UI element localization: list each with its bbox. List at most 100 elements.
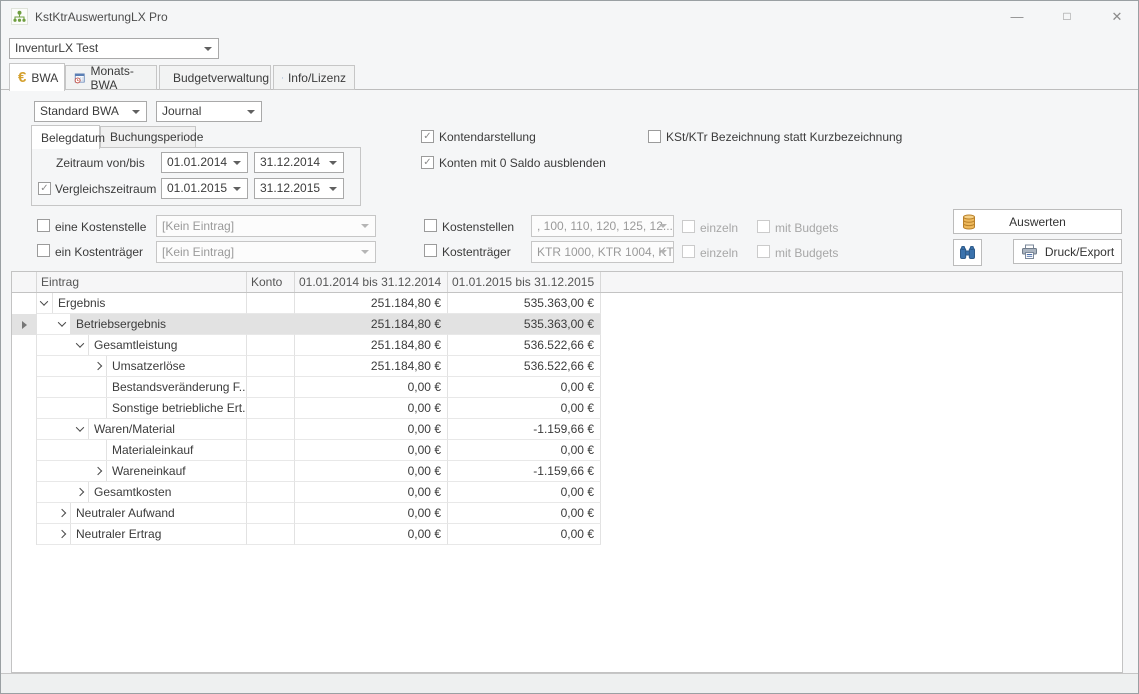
bwa-variant-select[interactable]: Standard BWA bbox=[34, 101, 147, 122]
eintrag-cell: Waren/Material bbox=[37, 419, 247, 440]
auswerten-label: Auswerten bbox=[1009, 215, 1066, 229]
filler-cell bbox=[601, 398, 1122, 419]
tab-bwa[interactable]: € BWA bbox=[9, 63, 65, 91]
table-row[interactable]: Neutraler Aufwand0,00 €0,00 € bbox=[12, 503, 1122, 524]
row-label: Gesamtleistung bbox=[89, 338, 177, 352]
row-indicator-cell bbox=[12, 314, 37, 335]
bwa-variant-value: Standard BWA bbox=[40, 104, 119, 118]
kostentraeger-budgets-checkbox[interactable] bbox=[757, 245, 770, 258]
konto-cell bbox=[247, 377, 295, 398]
collapse-icon[interactable] bbox=[76, 339, 84, 347]
value-2014-cell: 251.184,80 € bbox=[295, 314, 448, 335]
vergleich-from-datepicker[interactable]: 01.01.2015 bbox=[161, 178, 248, 199]
eintrag-cell: Materialeinkauf bbox=[37, 440, 247, 461]
kostenstellen-budgets-checkbox[interactable] bbox=[757, 220, 770, 233]
expand-icon[interactable] bbox=[58, 509, 66, 517]
druck-export-button[interactable]: Druck/Export bbox=[1013, 239, 1122, 264]
collapse-icon[interactable] bbox=[58, 318, 66, 326]
zeitraum-to-datepicker[interactable]: 31.12.2014 bbox=[254, 152, 344, 173]
grid-header-period-2015[interactable]: 01.01.2015 bis 31.12.2015 bbox=[448, 272, 601, 292]
value-2015-cell: 535.363,00 € bbox=[448, 314, 601, 335]
close-button[interactable]: ✕ bbox=[1097, 1, 1137, 32]
table-row[interactable]: Ergebnis251.184,80 €535.363,00 € bbox=[12, 293, 1122, 314]
tab-belegdatum[interactable]: Belegdatum bbox=[31, 125, 100, 149]
table-row[interactable]: Wareneinkauf0,00 €-1.159,66 € bbox=[12, 461, 1122, 482]
kostentraeger-einzeln-checkbox[interactable] bbox=[682, 245, 695, 258]
expand-icon[interactable] bbox=[76, 488, 84, 496]
eine-kostenstelle-select[interactable]: [Kein Eintrag] bbox=[156, 215, 376, 237]
ein-kostentraeger-select[interactable]: [Kein Eintrag] bbox=[156, 241, 376, 263]
filler-cell bbox=[601, 419, 1122, 440]
table-row[interactable]: Gesamtleistung251.184,80 €536.522,66 € bbox=[12, 335, 1122, 356]
search-button[interactable] bbox=[953, 239, 982, 266]
value-2014-cell: 0,00 € bbox=[295, 524, 448, 545]
app-logo-icon bbox=[11, 8, 28, 25]
tree-indent bbox=[37, 482, 89, 502]
output-mode-value: Journal bbox=[162, 104, 201, 118]
table-row[interactable]: Bestandsveränderung F...0,00 €0,00 € bbox=[12, 377, 1122, 398]
window-bottom-strip bbox=[1, 673, 1138, 694]
table-row[interactable]: Sonstige betriebliche Ert...0,00 €0,00 € bbox=[12, 398, 1122, 419]
kostenstellen-select[interactable]: , 100, 110, 120, 125, 12... bbox=[531, 215, 674, 237]
kostentraeger-checkbox[interactable] bbox=[424, 244, 437, 257]
kostenstellen-einzeln-checkbox[interactable] bbox=[682, 220, 695, 233]
tab-label: Buchungsperiode bbox=[110, 130, 203, 144]
binoculars-icon bbox=[959, 245, 976, 260]
table-row[interactable]: Betriebsergebnis 251.184,80 €535.363,00 € bbox=[12, 314, 1122, 335]
ein-kostentraeger-checkbox[interactable] bbox=[37, 244, 50, 257]
vergleich-to-datepicker[interactable]: 31.12.2015 bbox=[254, 178, 344, 199]
output-mode-select[interactable]: Journal bbox=[156, 101, 262, 122]
row-label: Sonstige betriebliche Ert... bbox=[107, 401, 247, 415]
row-indicator-cell bbox=[12, 335, 37, 356]
expand-icon[interactable] bbox=[94, 467, 102, 475]
value-2014-cell: 251.184,80 € bbox=[295, 293, 448, 314]
expand-icon[interactable] bbox=[94, 362, 102, 370]
grid-rows: Ergebnis251.184,80 €535.363,00 €Betriebs… bbox=[12, 293, 1122, 545]
chevron-down-icon bbox=[329, 187, 337, 191]
tab-label: Info/Lizenz bbox=[288, 71, 346, 85]
value-2014-cell: 0,00 € bbox=[295, 419, 448, 440]
zeitraum-from-datepicker[interactable]: 01.01.2014 bbox=[161, 152, 248, 173]
row-label: Betriebsergebnis bbox=[71, 317, 166, 331]
kostenstellen-einzeln-label: einzeln bbox=[700, 221, 738, 235]
grid-header-eintrag[interactable]: Eintrag bbox=[37, 272, 247, 292]
tab-monats-bwa[interactable]: Monats-BWA bbox=[65, 65, 157, 90]
auswerten-button[interactable]: Auswerten bbox=[953, 209, 1122, 234]
expand-icon[interactable] bbox=[58, 530, 66, 538]
table-row[interactable]: Umsatzerlöse251.184,80 €536.522,66 € bbox=[12, 356, 1122, 377]
kst-bezeichnung-checkbox[interactable] bbox=[648, 130, 661, 143]
date-value: 01.01.2014 bbox=[167, 155, 227, 169]
printer-icon bbox=[1021, 244, 1038, 260]
window-title: KstKtrAuswertungLX Pro bbox=[35, 1, 168, 33]
tree-indent bbox=[37, 503, 71, 523]
row-label: Neutraler Ertrag bbox=[71, 527, 161, 541]
tab-info-lizenz[interactable]: ? Info/Lizenz bbox=[273, 65, 355, 90]
konto-cell bbox=[247, 335, 295, 356]
kostenstellen-checkbox[interactable] bbox=[424, 219, 437, 232]
table-row[interactable]: Waren/Material0,00 €-1.159,66 € bbox=[12, 419, 1122, 440]
filler-cell bbox=[601, 293, 1122, 314]
client-select[interactable]: InventurLX Test bbox=[9, 38, 219, 59]
vergleichszeitraum-checkbox[interactable] bbox=[38, 182, 51, 195]
table-row[interactable]: Gesamtkosten0,00 €0,00 € bbox=[12, 482, 1122, 503]
collapse-icon[interactable] bbox=[40, 297, 48, 305]
row-indicator-cell bbox=[12, 398, 37, 419]
chevron-down-icon bbox=[361, 250, 369, 254]
tab-budgetverwaltung[interactable]: Budgetverwaltung bbox=[159, 65, 271, 90]
collapse-icon[interactable] bbox=[76, 423, 84, 431]
saldo-ausblenden-checkbox[interactable] bbox=[421, 156, 434, 169]
konto-cell bbox=[247, 356, 295, 377]
kostentraeger-select[interactable]: KTR 1000, KTR 1004, KT... bbox=[531, 241, 674, 263]
kontendarstellung-checkbox[interactable] bbox=[421, 130, 434, 143]
tab-buchungsperiode[interactable]: Buchungsperiode bbox=[100, 126, 196, 147]
grid-header-konto[interactable]: Konto bbox=[247, 272, 295, 292]
table-row[interactable]: Materialeinkauf0,00 €0,00 € bbox=[12, 440, 1122, 461]
maximize-button[interactable]: □ bbox=[1047, 1, 1087, 32]
eintrag-cell: Gesamtkosten bbox=[37, 482, 247, 503]
table-row[interactable]: Neutraler Ertrag0,00 €0,00 € bbox=[12, 524, 1122, 545]
results-treegrid: Eintrag Konto 01.01.2014 bis 31.12.2014 … bbox=[11, 271, 1123, 673]
minimize-button[interactable]: — bbox=[997, 1, 1037, 32]
konto-cell bbox=[247, 461, 295, 482]
eine-kostenstelle-checkbox[interactable] bbox=[37, 219, 50, 232]
grid-header-period-2014[interactable]: 01.01.2014 bis 31.12.2014 bbox=[295, 272, 448, 292]
